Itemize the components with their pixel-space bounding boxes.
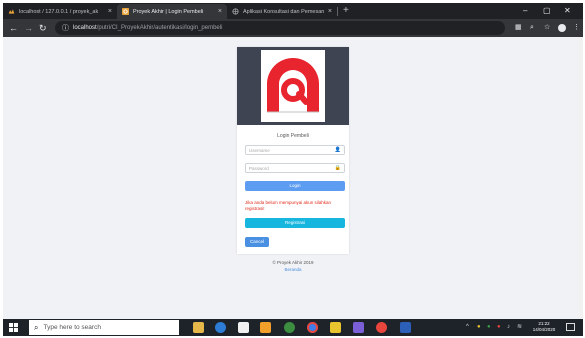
back-arrow-icon[interactable]: ← — [9, 21, 18, 35]
register-button[interactable]: Registrasi — [245, 218, 345, 228]
taskbar-clock[interactable]: 21:22 14/04/2020 — [531, 321, 557, 333]
reload-icon[interactable]: ↻ — [39, 21, 47, 35]
bookmark-star-icon[interactable]: ☆ — [544, 22, 550, 34]
volume-icon[interactable]: ♪ — [507, 322, 510, 333]
sublime-icon[interactable] — [260, 322, 271, 333]
taskbar-search-placeholder: Type here to search — [43, 324, 101, 331]
xampp-icon[interactable] — [330, 322, 341, 333]
login-hero — [237, 47, 349, 125]
address-bar[interactable]: ⓘ localhost/putri/CI_ProyekAkhir/autenti… — [55, 21, 505, 35]
phpmyadmin-icon — [8, 9, 15, 14]
tab-phpmyadmin[interactable]: localhost / 127.0.0.1 / proyek_ak × — [3, 4, 117, 19]
word-icon[interactable] — [400, 322, 411, 333]
beranda-link[interactable]: Beranda — [237, 267, 349, 272]
username-input[interactable] — [246, 146, 335, 154]
tab-aplikasi-konsultasi[interactable]: Aplikasi Konsultasi dan Pemesan × — [227, 4, 337, 19]
file-explorer-icon[interactable] — [193, 322, 204, 333]
forward-arrow-icon[interactable]: → — [24, 21, 33, 35]
page-body: Login Pembeli 👤 🔒 Login Jika anda belum … — [3, 37, 583, 319]
window-close-button[interactable]: ✕ — [564, 4, 571, 18]
login-card: Login Pembeli 👤 🔒 Login Jika anda belum … — [237, 47, 349, 254]
password-field[interactable]: 🔒 — [245, 163, 345, 173]
url-host: localhost — [73, 25, 97, 31]
close-icon[interactable]: × — [328, 8, 332, 15]
close-icon[interactable]: × — [218, 8, 222, 15]
network-icon[interactable]: ≋ — [517, 322, 522, 333]
login-title: Login Pembeli — [277, 133, 309, 139]
password-input[interactable] — [246, 164, 335, 172]
tray-sync-icon[interactable]: ● — [487, 322, 491, 333]
tray-security-icon[interactable]: ● — [497, 322, 501, 333]
globe-icon — [232, 8, 239, 15]
minimize-button[interactable]: – — [523, 4, 527, 18]
taskbar-search[interactable]: ⌕ Type here to search — [29, 320, 179, 335]
new-tab-button[interactable]: + — [343, 4, 349, 18]
username-field[interactable]: 👤 — [245, 145, 345, 155]
tab-login-pembeli[interactable]: Proyek Akhir | Login Pembeli × — [117, 4, 227, 19]
chrome-icon[interactable] — [307, 322, 318, 333]
edge-browser-icon[interactable] — [215, 322, 226, 333]
chevron-up-icon[interactable]: ^ — [466, 322, 469, 333]
tray-app-icon[interactable]: ● — [477, 322, 481, 333]
close-icon[interactable]: × — [108, 8, 112, 15]
tab-label: localhost / 127.0.0.1 / proyek_ak — [19, 8, 99, 15]
translate-icon[interactable]: ▦ — [515, 22, 522, 34]
page-scrollbar[interactable] — [578, 37, 583, 319]
windows-start-icon[interactable] — [9, 323, 18, 332]
login-button[interactable]: Login — [245, 181, 345, 191]
brand-logo-icon — [267, 58, 319, 113]
cancel-button[interactable]: Cancel — [245, 237, 269, 247]
visual-studio-icon[interactable] — [353, 322, 364, 333]
user-icon: 👤 — [334, 147, 341, 153]
store-icon[interactable] — [238, 322, 249, 333]
tab-label: Proyek Akhir | Login Pembeli — [133, 8, 204, 15]
register-prompt: Jika anda belum mempunyai akun silahkan … — [245, 200, 332, 211]
copyright-text: © Proyek Akhir 2019 — [272, 260, 314, 265]
browser-tab-strip: localhost / 127.0.0.1 / proyek_ak × Proy… — [3, 3, 583, 19]
maximize-button[interactable]: ▢ — [543, 4, 551, 18]
notification-icon[interactable] — [566, 323, 575, 331]
search-icon: ⌕ — [34, 322, 39, 332]
browser-toolbar: ← → ↻ ⓘ localhost/putri/CI_ProyekAkhir/a… — [3, 19, 583, 37]
brand-logo — [261, 50, 325, 122]
clock-date: 14/04/2020 — [532, 327, 556, 332]
windows-taskbar: ⌕ Type here to search ^ ● ● ● ♪ ≋ 21:22 … — [3, 319, 583, 336]
menu-dots-icon[interactable]: ⋮ — [573, 22, 580, 34]
profile-avatar-icon[interactable] — [558, 24, 566, 32]
media-player-icon[interactable] — [376, 322, 387, 333]
lock-icon: 🔒 — [334, 165, 341, 171]
tab-separator — [337, 7, 338, 16]
screenshot: localhost / 127.0.0.1 / proyek_ak × Proy… — [3, 3, 583, 336]
android-app-icon[interactable] — [284, 322, 295, 333]
info-icon[interactable]: ⓘ — [62, 23, 69, 33]
url-path: /putri/CI_ProyekAkhir/autentikasi/login_… — [96, 25, 223, 31]
tab-label: Aplikasi Konsultasi dan Pemesan — [243, 8, 325, 15]
page-logo-icon — [122, 8, 129, 15]
zoom-icon[interactable]: ⌕ — [530, 22, 534, 34]
